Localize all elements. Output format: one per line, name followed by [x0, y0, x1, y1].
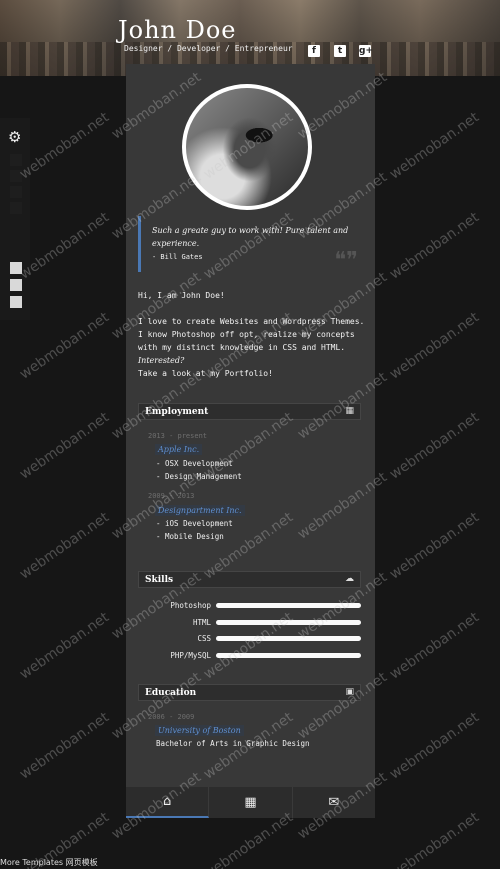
- job-1-duty-1: - OSX Development: [156, 459, 233, 468]
- watermark-text: webmoban.net: [16, 509, 113, 583]
- job-1-duty-2: - Design Management: [156, 472, 242, 481]
- skill-label: Photoshop: [170, 601, 211, 610]
- skill-label: HTML: [192, 618, 211, 627]
- job-1-company: Apple Inc.: [155, 444, 203, 455]
- job-2-duty-1: - iOS Development: [156, 519, 233, 528]
- gears-icon[interactable]: ⚙: [8, 128, 21, 146]
- quote-mark-icon: ❝❞: [334, 248, 358, 273]
- skill-bar-fill: [216, 603, 361, 608]
- skill-bar: [216, 653, 361, 658]
- skill-bar: [216, 636, 361, 641]
- education-title: Education: [145, 688, 197, 698]
- twitter-icon[interactable]: t: [334, 45, 346, 57]
- watermark-text: webmoban.net: [386, 409, 483, 483]
- employment-header: Employment ▦: [138, 403, 361, 420]
- intro-line-4: Take a look at my Portfolio!: [138, 369, 273, 378]
- color-option-dark-1[interactable]: [10, 154, 22, 166]
- skill-label: PHP/MySQL: [170, 651, 211, 660]
- job-2-duty-2: - Mobile Design: [156, 532, 224, 541]
- home-icon[interactable]: ⌂: [126, 787, 210, 818]
- intro-line-2: I know Photoshop off opt, realize my con…: [138, 330, 355, 352]
- intro-line-1: I love to create Websites and Wordpress …: [138, 317, 365, 326]
- skills-title: Skills: [145, 575, 174, 585]
- bottom-nav: ⌂ ▦ ✉: [126, 787, 375, 818]
- style-switcher-panel: ⚙: [0, 118, 30, 320]
- intro-greeting: Hi, I am John Doe!: [138, 291, 225, 300]
- mail-icon[interactable]: ✉: [293, 787, 375, 818]
- color-option-light-3[interactable]: [10, 296, 22, 308]
- job-1-years: 2013 - present: [148, 432, 208, 440]
- watermark-text: webmoban.net: [200, 809, 297, 869]
- watermark-text: webmoban.net: [386, 109, 483, 183]
- job-2-company: Designpartment Inc.: [155, 505, 245, 516]
- quote-author: - Bill Gates: [152, 253, 203, 261]
- watermark-text: webmoban.net: [16, 309, 113, 383]
- color-option-light-1[interactable]: [10, 262, 22, 274]
- color-option-dark-4[interactable]: [10, 202, 22, 214]
- skill-bar-fill: [216, 653, 361, 658]
- watermark-text: webmoban.net: [16, 609, 113, 683]
- skill-bar: [216, 603, 361, 608]
- watermark-text: webmoban.net: [386, 509, 483, 583]
- skills-header: Skills ☁: [138, 571, 361, 588]
- book-icon: ▣: [345, 687, 354, 697]
- profile-photo: [182, 84, 312, 210]
- color-option-light-2[interactable]: [10, 279, 22, 291]
- google-plus-icon[interactable]: g+: [359, 45, 373, 57]
- watermark-text: webmoban.net: [16, 109, 113, 183]
- quote-text: Such a greate guy to work with! Pure tal…: [152, 226, 349, 248]
- watermark-text: webmoban.net: [386, 809, 483, 869]
- footer-link[interactable]: More Templates 网页模板: [0, 857, 98, 868]
- watermark-text: webmoban.net: [386, 209, 483, 283]
- intro-text: Hi, I am John Doe! I love to create Webs…: [138, 289, 366, 380]
- skill-bar: [216, 620, 361, 625]
- portfolio-grid-icon[interactable]: ▦: [209, 787, 293, 818]
- briefcase-icon: ▦: [345, 406, 354, 416]
- employment-title: Employment: [145, 407, 209, 417]
- skill-bar-fill: [216, 636, 361, 641]
- watermark-text: webmoban.net: [16, 209, 113, 283]
- facebook-icon[interactable]: f: [308, 45, 320, 57]
- watermark-text: webmoban.net: [386, 309, 483, 383]
- watermark-text: webmoban.net: [386, 609, 483, 683]
- skill-label: CSS: [197, 634, 211, 643]
- education-degree: Bachelor of Arts in Graphic Design: [156, 739, 310, 748]
- education-school: University of Boston: [155, 725, 244, 736]
- job-2-years: 2009 - 2013: [148, 492, 195, 500]
- education-header: Education ▣: [138, 684, 361, 701]
- cloud-icon: ☁: [345, 574, 354, 584]
- profile-tagline: Designer / Developer / Entrepreneur: [124, 44, 293, 53]
- education-years: 2006 - 2009: [148, 713, 195, 721]
- profile-name: John Doe: [118, 16, 237, 44]
- watermark-text: webmoban.net: [386, 709, 483, 783]
- watermark-text: webmoban.net: [16, 709, 113, 783]
- skill-bar-fill: [216, 620, 361, 625]
- intro-line-3: Interested?: [138, 356, 185, 365]
- color-option-dark-2[interactable]: [10, 170, 22, 182]
- testimonial-quote: Such a greate guy to work with! Pure tal…: [138, 216, 360, 272]
- color-option-dark-3[interactable]: [10, 186, 22, 198]
- watermark-text: webmoban.net: [16, 409, 113, 483]
